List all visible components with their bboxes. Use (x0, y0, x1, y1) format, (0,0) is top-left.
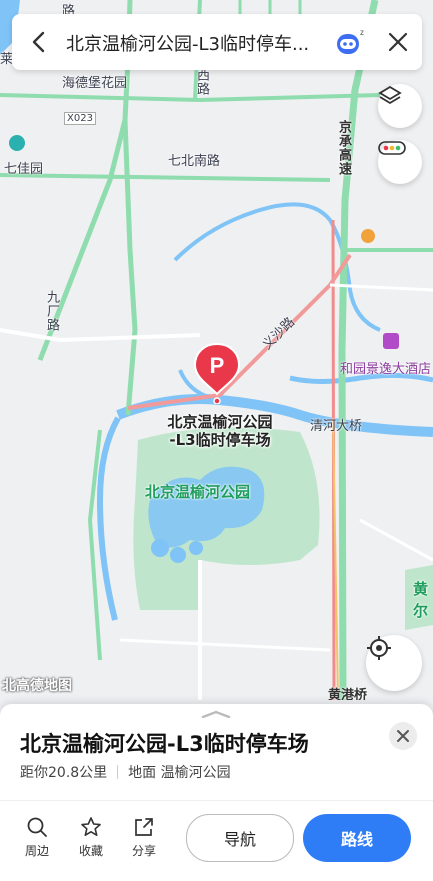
place-name: 北京温榆河公园-L3临时停车场 (20, 732, 309, 756)
star-icon (81, 817, 101, 836)
navigate-button[interactable]: 导航 (186, 814, 294, 862)
my-location-button[interactable] (366, 635, 422, 691)
close-search-icon[interactable] (386, 30, 410, 54)
navigate-label: 导航 (223, 830, 256, 849)
label-x023: X023 (64, 112, 96, 125)
traffic-toggle-button[interactable] (378, 140, 422, 184)
route-label: 路线 (340, 830, 373, 849)
place-distance: 距你20.8公里 (20, 765, 108, 781)
share-label: 分享 (131, 844, 156, 858)
share-button[interactable]: 分享 (124, 816, 164, 859)
locate-icon (367, 636, 391, 660)
label-qibeinan: 七北南路 (168, 154, 221, 169)
map-watermark: 北高德地图 (2, 678, 72, 694)
parking-pin-icon: P (193, 342, 241, 404)
label-jiuchang: 九厂路 (44, 290, 59, 332)
share-icon (135, 818, 153, 836)
traffic-icon (378, 141, 406, 155)
label-haide: 海德堡花园 (62, 76, 128, 91)
svg-text:z: z (360, 28, 364, 37)
label-heyuan: 和园景逸大酒店 (340, 362, 432, 377)
layers-button[interactable] (378, 84, 422, 128)
place-location: 地面 温榆河公园 (128, 765, 231, 781)
nearby-label: 周边 (24, 844, 49, 858)
place-detail-sheet: 北京温榆河公园-L3临时停车场 距你20.8公里 地面 温榆河公园 周边 收藏 分… (0, 704, 433, 881)
nearby-button[interactable]: 周边 (17, 816, 57, 859)
search-bar[interactable]: 北京温榆河公园-L3临时停车... z (12, 14, 422, 70)
label-park: 北京温榆河公园 (145, 483, 251, 501)
sheet-divider (0, 800, 433, 801)
favorite-label: 收藏 (78, 844, 103, 858)
label-huang-edge: 黄 (413, 580, 429, 598)
label-jingcheng: 京承高速 (336, 120, 351, 176)
label-xilu: 西路 (194, 68, 209, 96)
svg-text:P: P (210, 353, 225, 378)
favorite-button[interactable]: 收藏 (71, 816, 111, 859)
meta-divider (117, 765, 119, 779)
search-title[interactable]: 北京温榆河公园-L3临时停车... (66, 30, 309, 56)
search-icon (27, 817, 47, 837)
pin-label-line2: -L3临时停车场 (169, 431, 271, 449)
route-button[interactable]: 路线 (303, 814, 411, 862)
close-sheet-button[interactable] (389, 722, 417, 750)
parking-pin-marker[interactable]: P (192, 342, 242, 404)
label-er-edge: 尔 (413, 602, 429, 620)
label-qinghe: 清河大桥 (310, 419, 363, 434)
label-qijia: 七佳园 (4, 162, 44, 177)
label-huanggang: 黄港桥 (328, 688, 368, 700)
back-arrow-icon[interactable] (26, 29, 52, 55)
assistant-robot-icon[interactable]: z (333, 26, 365, 58)
place-meta: 距你20.8公里 地面 温榆河公园 (20, 762, 231, 782)
close-icon (397, 730, 409, 742)
layers-icon (378, 85, 402, 105)
pin-label: 北京温榆河公园 -L3临时停车场 (150, 413, 290, 449)
pin-label-line1: 北京温榆河公园 (167, 413, 273, 431)
map-view[interactable]: 海德堡花园 X023 七佳园 七北南路 京承高速 九厂路 义沙路 和园景逸大酒店… (0, 0, 433, 700)
drag-handle-icon[interactable] (201, 710, 231, 718)
